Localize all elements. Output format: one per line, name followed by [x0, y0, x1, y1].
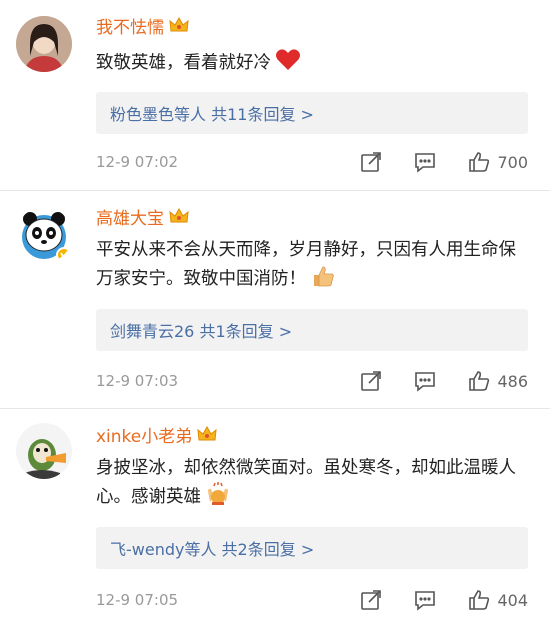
thumbs-up-icon [310, 264, 336, 288]
share-icon[interactable] [359, 150, 383, 174]
like-count: 700 [497, 152, 528, 172]
verified-badge-icon [56, 247, 72, 263]
username[interactable]: xinke小老弟 [96, 422, 192, 447]
avatar[interactable] [16, 207, 72, 263]
comment-text: 身披坚冰，却依然微笑面对。虽处寒冬，却如此温暖人心。感谢英雄 [96, 458, 516, 507]
avatar[interactable] [16, 16, 72, 72]
comment-item: 我不怯懦 致敬英雄，看着就好冷 粉色墨色等人 共11条回复 > 12-9 07:… [0, 0, 550, 188]
comment-icon[interactable] [413, 369, 437, 393]
like-icon[interactable] [467, 588, 491, 612]
vip-crown-icon [169, 16, 189, 34]
comment-icon[interactable] [413, 150, 437, 174]
comment-text: 致敬英雄，看着就好冷 [96, 53, 271, 73]
comment-icon[interactable] [413, 588, 437, 612]
reply-summary-link[interactable]: 飞-wendy等人 共2条回复 > [96, 527, 528, 569]
avatar[interactable] [16, 423, 72, 479]
red-heart-icon [275, 48, 301, 72]
username[interactable]: 我不怯懦 [96, 13, 164, 38]
comment-item: 高雄大宝 平安从来不会从天而降，岁月静好，只因有人用生命保万家安宁。致敬中国消防… [0, 191, 550, 409]
reply-summary-link[interactable]: 粉色墨色等人 共11条回复 > [96, 92, 528, 134]
like-count: 486 [497, 371, 528, 391]
reply-summary-text: 粉色墨色等人 共11条回复 > [110, 105, 314, 124]
comment-time: 12-9 07:03 [96, 372, 179, 390]
like-count: 404 [497, 590, 528, 610]
comment-item: xinke小老弟 身披坚冰，却依然微笑面对。虽处寒冬，却如此温暖人心。感谢英雄 … [0, 409, 550, 620]
comment-time: 12-9 07:02 [96, 153, 179, 171]
reply-summary-link[interactable]: 剑舞青云26 共1条回复 > [96, 309, 528, 351]
like-icon[interactable] [467, 369, 491, 393]
reply-summary-text: 飞-wendy等人 共2条回复 > [110, 540, 315, 559]
like-icon[interactable] [467, 150, 491, 174]
reply-summary-text: 剑舞青云26 共1条回复 > [110, 322, 293, 341]
vip-crown-icon [197, 425, 217, 443]
comment-text: 平安从来不会从天而降，岁月静好，只因有人用生命保万家安宁。致敬中国消防！ [96, 240, 516, 289]
share-icon[interactable] [359, 588, 383, 612]
comment-time: 12-9 07:05 [96, 591, 179, 609]
clapping-hands-icon [205, 482, 231, 506]
vip-crown-icon [169, 207, 189, 225]
share-icon[interactable] [359, 369, 383, 393]
username[interactable]: 高雄大宝 [96, 204, 164, 229]
